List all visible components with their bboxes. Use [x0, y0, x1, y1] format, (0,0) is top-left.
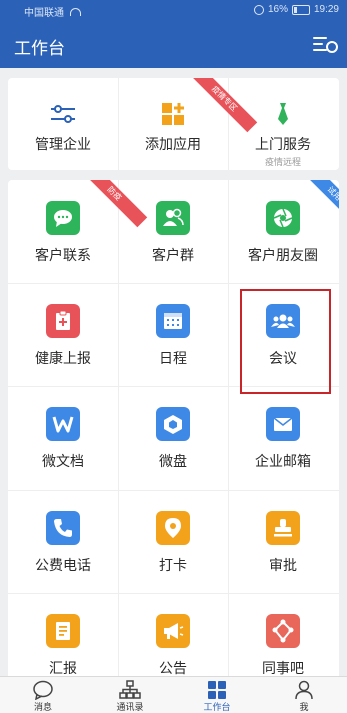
status-bar: 中国联通 16% 19:29 — [0, 0, 347, 20]
tie-icon — [276, 103, 290, 125]
app-label: 审批 — [269, 557, 297, 573]
bottom-tab-bar: 消息 通讯录 工作台 我 — [0, 676, 347, 713]
app-schedule[interactable]: 日程 — [118, 304, 228, 368]
calendar-icon — [156, 304, 190, 338]
grid-icon — [206, 680, 228, 700]
cube-drive-icon — [156, 407, 190, 441]
app-label: 日程 — [159, 350, 187, 366]
app-label: 同事吧 — [262, 660, 304, 676]
phone-icon — [46, 511, 80, 545]
chat-bubble-icon — [46, 201, 80, 235]
tile-label: 管理企业 — [35, 136, 91, 152]
stamp-icon — [266, 511, 300, 545]
person-icon — [293, 680, 315, 700]
ribbon-badge: 试用 — [300, 180, 339, 228]
admin-card: 管理企业 添加应用 疫情专区 上门服务 疫情远程 — [8, 78, 339, 170]
app-approval[interactable]: 审批 — [228, 511, 338, 575]
app-header: 工作台 — [0, 20, 347, 68]
app-label: 健康上报 — [35, 350, 91, 366]
app-announcement[interactable]: 公告 — [118, 614, 228, 676]
app-customer-contact[interactable]: 客户联系 — [8, 201, 118, 265]
app-enterprise-mail[interactable]: 企业邮箱 — [228, 407, 338, 471]
app-colleague-forum[interactable]: 同事吧 — [228, 614, 338, 676]
envelope-icon — [266, 407, 300, 441]
app-label: 客户群 — [152, 247, 194, 263]
clipboard-plus-icon — [46, 304, 80, 338]
sliders-icon — [50, 103, 76, 125]
tab-label: 通讯录 — [116, 702, 144, 712]
tab-label: 工作台 — [203, 702, 231, 712]
customer-group-icon — [156, 201, 190, 235]
tile-add-app[interactable]: 添加应用 疫情专区 — [118, 78, 258, 154]
status-left: 中国联通 — [24, 4, 81, 19]
tile-sublabel: 疫情远程 — [264, 157, 301, 167]
app-check-in[interactable]: 打卡 — [118, 511, 228, 575]
app-public-phone[interactable]: 公费电话 — [8, 511, 118, 575]
app-label: 公告 — [159, 660, 187, 676]
app-label: 客户朋友圈 — [248, 247, 318, 263]
tile-label: 添加应用 — [145, 136, 201, 152]
tab-workbench[interactable]: 工作台 — [174, 677, 260, 713]
app-report[interactable]: 汇报 — [8, 614, 118, 676]
carrier-label: 中国联通 — [24, 8, 64, 19]
org-chart-icon — [119, 680, 141, 700]
tab-messages[interactable]: 消息 — [0, 677, 86, 713]
share-nodes-icon — [266, 614, 300, 648]
app-micro-doc[interactable]: 微文档 — [8, 407, 118, 471]
battery-percent: 16% — [267, 4, 288, 15]
tab-label: 我 — [299, 702, 309, 712]
app-label: 汇报 — [49, 660, 77, 676]
add-apps-icon — [162, 103, 184, 125]
app-label: 微盘 — [159, 453, 187, 469]
tab-label: 消息 — [33, 702, 52, 712]
settings-icon[interactable] — [313, 35, 338, 53]
tile-manage-company[interactable]: 管理企业 — [8, 103, 118, 154]
tab-me[interactable]: 我 — [261, 677, 347, 713]
aperture-icon — [266, 201, 300, 235]
app-label: 公费电话 — [35, 557, 91, 573]
clock: 19:29 — [313, 4, 339, 15]
app-customer-moments[interactable]: 客户朋友圈 试用 — [228, 180, 339, 265]
tile-onsite-service[interactable]: 上门服务 疫情远程 — [228, 103, 338, 168]
app-micro-drive[interactable]: 微盘 — [118, 407, 228, 471]
battery-icon — [291, 4, 310, 15]
tab-contacts[interactable]: 通讯录 — [87, 677, 173, 713]
chat-outline-icon — [32, 680, 54, 701]
wifi-icon — [69, 8, 81, 16]
app-label: 打卡 — [159, 557, 187, 573]
status-right: 16% 19:29 — [253, 4, 339, 15]
app-label: 企业邮箱 — [255, 453, 311, 469]
app-label: 微文档 — [42, 453, 84, 469]
tile-label: 上门服务 — [255, 136, 311, 152]
apps-card: 客户联系 客户群 客户朋友圈 试用 健康上报 防疫 日程 会议 微文档 微盘 企… — [8, 180, 339, 676]
app-health-report[interactable]: 健康上报 防疫 — [8, 180, 148, 368]
app-label: 客户联系 — [35, 247, 91, 263]
selection-highlight — [240, 289, 331, 394]
alarm-icon — [253, 4, 264, 15]
megaphone-icon — [156, 614, 190, 648]
page-title: 工作台 — [14, 39, 65, 58]
word-doc-icon — [46, 407, 80, 441]
location-pin-icon — [156, 511, 190, 545]
report-doc-icon — [46, 614, 80, 648]
